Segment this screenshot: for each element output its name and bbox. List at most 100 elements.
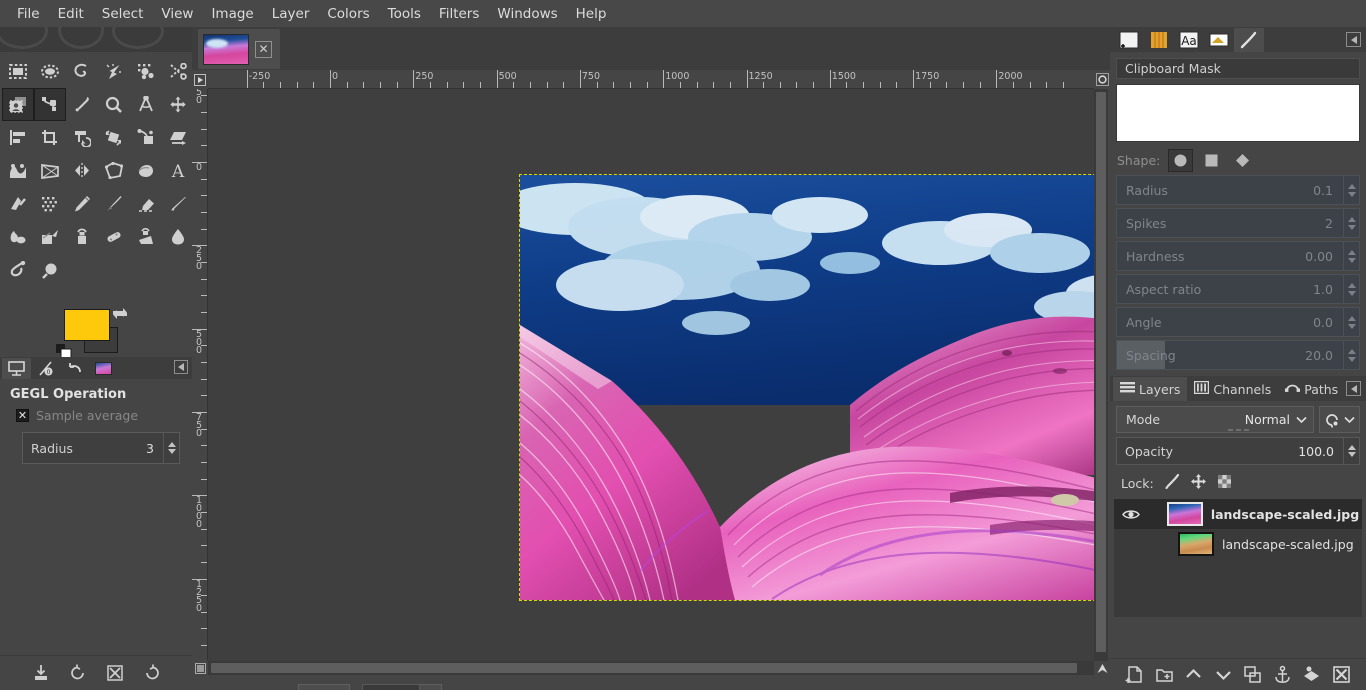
perspective-icon[interactable]: [34, 154, 66, 187]
mode-switch-group[interactable]: [1319, 406, 1360, 433]
sample-average-checkbox[interactable]: ✕: [16, 409, 29, 422]
canvas-image[interactable]: [519, 174, 1094, 601]
rotate-icon[interactable]: [66, 121, 98, 154]
save-options-icon[interactable]: [30, 662, 52, 684]
gradient-icon[interactable]: [2, 187, 34, 220]
tab-channels[interactable]: Channels: [1187, 377, 1278, 401]
brush-hardness-slider[interactable]: Hardness 0.00: [1116, 241, 1360, 271]
slider-stepper[interactable]: [1343, 209, 1359, 237]
tab-brush-editor[interactable]: [1234, 28, 1264, 52]
lock-alpha-icon[interactable]: [1216, 473, 1233, 493]
zoom-dropdown-button[interactable]: [419, 683, 442, 690]
canvas[interactable]: [208, 89, 1094, 661]
radius-spinner[interactable]: Radius 3: [22, 432, 180, 464]
slider-stepper[interactable]: [1343, 308, 1359, 336]
paths-icon[interactable]: [34, 88, 66, 121]
menu-colors[interactable]: Colors: [318, 3, 378, 25]
rectangle-select-icon[interactable]: [2, 55, 34, 88]
tab-image-thumbnail[interactable]: [89, 358, 118, 379]
smudge-icon[interactable]: [2, 253, 34, 286]
duplicate-layer-icon[interactable]: [1242, 664, 1264, 686]
ink-icon[interactable]: [162, 187, 194, 220]
crop-icon[interactable]: [34, 121, 66, 154]
fuzzy-select-icon[interactable]: [98, 55, 130, 88]
tab-paths[interactable]: Paths: [1278, 377, 1345, 401]
menu-file[interactable]: File: [8, 3, 49, 25]
mypaint-brush-icon[interactable]: [34, 220, 66, 253]
select-by-color-icon[interactable]: [130, 55, 162, 88]
tab-brushes[interactable]: [1114, 28, 1144, 52]
delete-layer-icon[interactable]: [1330, 664, 1352, 686]
color-picker-icon[interactable]: [66, 88, 98, 121]
slider-stepper[interactable]: [1343, 275, 1359, 303]
ellipse-select-icon[interactable]: [34, 55, 66, 88]
anchor-layer-icon[interactable]: [1271, 664, 1293, 686]
tab-pointer-info[interactable]: 0: [31, 358, 60, 379]
handle-transform-icon[interactable]: [130, 121, 162, 154]
unit-selector[interactable]: px: [298, 683, 350, 690]
eraser-icon[interactable]: [130, 187, 162, 220]
lower-layer-icon[interactable]: [1212, 664, 1234, 686]
tab-patterns[interactable]: [1144, 28, 1174, 52]
layer-row[interactable]: landscape-scaled.jpg: [1114, 529, 1362, 559]
menu-edit[interactable]: Edit: [49, 3, 93, 25]
pencil-icon[interactable]: [66, 187, 98, 220]
zoom-value[interactable]: 33.3 %: [362, 683, 420, 690]
ruler-origin-button[interactable]: [192, 70, 208, 89]
blur-sharpen-icon[interactable]: [162, 220, 194, 253]
quick-mask-toggle-icon[interactable]: [192, 661, 208, 675]
menu-select[interactable]: Select: [93, 3, 153, 25]
shear-icon[interactable]: [162, 121, 194, 154]
slider-stepper[interactable]: [1343, 242, 1359, 270]
menu-image[interactable]: Image: [202, 3, 262, 25]
airbrush-icon[interactable]: [2, 220, 34, 253]
canvas-horizontal-scrollbar[interactable]: [208, 661, 1094, 675]
reset-options-icon[interactable]: [141, 662, 163, 684]
alignment-icon[interactable]: [2, 121, 34, 154]
text-icon[interactable]: A: [162, 154, 194, 187]
flip-icon[interactable]: [66, 154, 98, 187]
perspective-clone-icon[interactable]: [130, 220, 162, 253]
foreground-color-swatch[interactable]: [64, 309, 110, 341]
menu-view[interactable]: View: [152, 3, 202, 25]
brush-dock-menu-icon[interactable]: [1346, 32, 1361, 47]
tab-fonts[interactable]: Aa: [1174, 28, 1204, 52]
lock-pixels-icon[interactable]: [1164, 473, 1181, 493]
zoom-image-button[interactable]: [1094, 70, 1110, 89]
warp-transform-icon[interactable]: [2, 154, 34, 187]
scrollbar-thumb[interactable]: [211, 663, 1077, 673]
close-icon[interactable]: ✕: [255, 40, 272, 58]
clone-icon[interactable]: [66, 220, 98, 253]
layer-mode-select[interactable]: Mode Normal: [1116, 406, 1314, 433]
dodge-burn-icon[interactable]: [34, 253, 66, 286]
square-shape-icon[interactable]: [1199, 149, 1224, 172]
radius-stepper[interactable]: [163, 433, 179, 463]
sample-average-row[interactable]: ✕ Sample average: [16, 408, 184, 423]
zoom-control[interactable]: 33.3 %: [362, 683, 442, 690]
circle-shape-icon[interactable]: [1168, 149, 1194, 172]
swap-colors-icon[interactable]: [112, 305, 130, 321]
new-layer-group-icon[interactable]: [1153, 664, 1175, 686]
opacity-slider[interactable]: Opacity 100.0: [1116, 437, 1360, 465]
horizontal-ruler[interactable]: -250 0 250 500 750 1000 1250 1500 1750 2000: [208, 70, 1094, 89]
menu-windows[interactable]: Windows: [488, 3, 566, 25]
brush-angle-slider[interactable]: Angle 0.0: [1116, 307, 1360, 337]
menu-help[interactable]: Help: [567, 3, 616, 25]
navigation-preview-icon[interactable]: [1094, 661, 1110, 675]
heal-icon[interactable]: [98, 220, 130, 253]
unified-transform-icon[interactable]: [98, 121, 130, 154]
menu-layer[interactable]: Layer: [263, 3, 319, 25]
merge-down-icon[interactable]: [1301, 664, 1323, 686]
layers-dock-menu-icon[interactable]: [1346, 381, 1361, 396]
tab-tool-options[interactable]: [2, 358, 31, 379]
dock-resize-handle[interactable]: [1223, 427, 1253, 432]
scrollbar-thumb[interactable]: [1096, 92, 1106, 652]
vertical-ruler[interactable]: -250 0 250 500 750 1000 1250: [192, 89, 208, 661]
new-layer-icon[interactable]: [1124, 664, 1146, 686]
bucket-fill-icon[interactable]: [130, 154, 162, 187]
restore-options-icon[interactable]: [67, 662, 89, 684]
scissors-select-icon[interactable]: [162, 55, 194, 88]
slider-stepper[interactable]: [1343, 341, 1359, 369]
paintbrush-icon[interactable]: [98, 187, 130, 220]
tab-undo-history[interactable]: [60, 358, 89, 379]
